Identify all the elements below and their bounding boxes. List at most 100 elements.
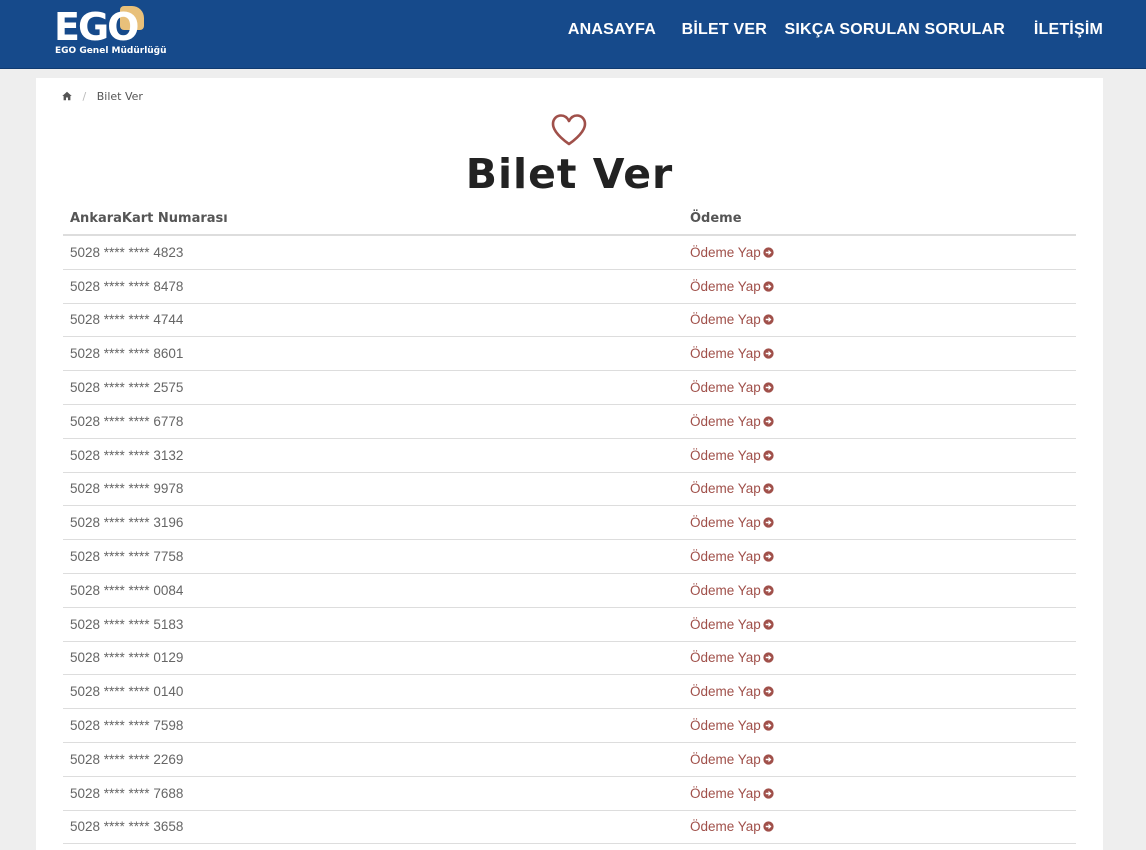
pay-link-label: Ödeme Yap [690,751,761,767]
table-row: 5028 **** **** 4744 Ödeme Yap [63,303,1076,338]
card-number: 5028 **** **** 7598 [63,708,683,743]
pay-link-label: Ödeme Yap [690,549,761,565]
table-row: 5028 **** **** 0084 Ödeme Yap [63,573,1076,608]
pay-link-label: Ödeme Yap [690,819,761,835]
card-number: 5028 **** **** 7688 [63,776,683,811]
home-icon[interactable] [62,91,72,101]
table-row: 5028 **** **** 5183 Ödeme Yap [63,607,1076,642]
pay-link[interactable]: Ödeme Yap [690,684,774,699]
pay-link-label: Ödeme Yap [690,413,761,429]
pay-link[interactable]: Ödeme Yap [690,448,774,463]
ego-logo[interactable]: EGO EGO Genel Müdürlüğü [54,2,167,62]
pay-link-label: Ödeme Yap [690,244,761,260]
table-row: 5028 **** **** 7688 Ödeme Yap [63,776,1076,811]
payment-cell: Ödeme Yap [683,505,1076,541]
card-number: 5028 **** **** 5183 [63,607,683,642]
card-number: 5028 **** **** 9978 [63,472,683,507]
logo-subtitle: EGO Genel Müdürlüğü [55,46,167,56]
pay-link-label: Ödeme Yap [690,380,761,396]
pay-link-label: Ödeme Yap [690,346,761,362]
card-number: 5028 **** **** 8601 [63,336,683,372]
nav-anasayfa[interactable]: ANASAYFA [568,21,656,39]
payment-cell: Ödeme Yap [683,404,1076,439]
arrow-circle-right-icon [763,619,774,630]
payment-cell: Ödeme Yap [683,336,1076,372]
table-row: 5028 **** **** 9978 Ödeme Yap [63,472,1076,507]
logo-text: EGO [54,5,139,49]
payment-cell: Ödeme Yap [683,708,1076,743]
main-container: / Bilet Ver Bilet Ver AnkaraKart Numaras… [36,78,1103,850]
arrow-circle-right-icon [763,450,774,461]
pay-link[interactable]: Ödeme Yap [690,718,774,733]
breadcrumb: / Bilet Ver [62,90,143,103]
card-number: 5028 **** **** 0129 [63,641,683,676]
pay-link[interactable]: Ödeme Yap [690,245,774,260]
pay-link[interactable]: Ödeme Yap [690,583,774,598]
pay-link-label: Ödeme Yap [690,582,761,598]
payment-cell: Ödeme Yap [683,235,1076,270]
payment-cell: Ödeme Yap [683,303,1076,338]
payment-cell: Ödeme Yap [683,472,1076,507]
payment-cell: Ödeme Yap [683,370,1076,405]
pay-link[interactable]: Ödeme Yap [690,650,774,665]
card-number: 5028 **** **** 4744 [63,303,683,338]
arrow-circle-right-icon [763,686,774,697]
pay-link[interactable]: Ödeme Yap [690,380,774,395]
card-number: 5028 **** **** 3132 [63,438,683,473]
table-row: 5028 **** **** 7758 Ödeme Yap [63,539,1076,574]
pay-link-label: Ödeme Yap [690,785,761,801]
pay-link-label: Ödeme Yap [690,481,761,497]
arrow-circle-right-icon [763,551,774,562]
arrow-circle-right-icon [763,720,774,731]
table-row: 5028 **** **** 7598 Ödeme Yap [63,708,1076,743]
arrow-circle-right-icon [763,314,774,326]
pay-link[interactable]: Ödeme Yap [690,819,774,834]
nav-sss[interactable]: SIKÇA SORULAN SORULAR [785,21,1006,39]
header-card-number: AnkaraKart Numarası [63,202,683,236]
nav-iletisim[interactable]: İLETİŞİM [1034,21,1103,39]
pay-link[interactable]: Ödeme Yap [690,515,774,530]
card-number: 5028 **** **** 2269 [63,742,683,777]
pay-link[interactable]: Ödeme Yap [690,312,774,327]
table-row: 5028 **** **** 8478 Ödeme Yap [63,269,1076,304]
table-row: 5028 **** **** 0129 Ödeme Yap [63,641,1076,676]
card-number: 5028 **** **** 4823 [63,235,683,270]
table-row: 5028 **** **** 6778 Ödeme Yap [63,404,1076,439]
card-number: 5028 **** **** 2575 [63,370,683,405]
payment-cell: Ödeme Yap [683,674,1076,710]
pay-link[interactable]: Ödeme Yap [690,346,774,361]
table-header-row: AnkaraKart Numarası Ödeme [63,202,1076,236]
page-title: Bilet Ver [465,150,674,198]
payment-cell: Ödeme Yap [683,573,1076,608]
payment-cell: Ödeme Yap [683,776,1076,811]
arrow-circle-right-icon [763,754,774,765]
pay-link[interactable]: Ödeme Yap [690,414,774,429]
breadcrumb-separator: / [82,90,87,103]
arrow-circle-right-icon [763,585,774,596]
payment-cell: Ödeme Yap [683,607,1076,642]
arrow-circle-right-icon [763,382,774,393]
nav-bilet-ver[interactable]: BİLET VER [682,21,767,39]
card-table: AnkaraKart Numarası Ödeme 5028 **** ****… [63,202,1076,845]
pay-link[interactable]: Ödeme Yap [690,279,774,294]
payment-cell: Ödeme Yap [683,641,1076,676]
card-number: 5028 **** **** 8478 [63,269,683,304]
pay-link[interactable]: Ödeme Yap [690,752,774,767]
arrow-circle-right-icon [763,348,774,359]
pay-link-label: Ödeme Yap [690,312,761,328]
heart-icon [551,114,587,146]
header-payment: Ödeme [683,202,1076,236]
arrow-circle-right-icon [763,483,774,495]
pay-link-label: Ödeme Yap [690,650,761,666]
pay-link-label: Ödeme Yap [690,684,761,700]
pay-link-label: Ödeme Yap [690,447,761,463]
pay-link-label: Ödeme Yap [690,515,761,531]
pay-link[interactable]: Ödeme Yap [690,481,774,496]
card-number: 5028 **** **** 7758 [63,539,683,574]
breadcrumb-current: Bilet Ver [96,90,143,103]
pay-link[interactable]: Ödeme Yap [690,617,774,632]
table-row: 5028 **** **** 0140 Ödeme Yap [63,674,1076,710]
card-number: 5028 **** **** 3658 [63,810,683,845]
pay-link[interactable]: Ödeme Yap [690,786,774,801]
pay-link[interactable]: Ödeme Yap [690,549,774,564]
